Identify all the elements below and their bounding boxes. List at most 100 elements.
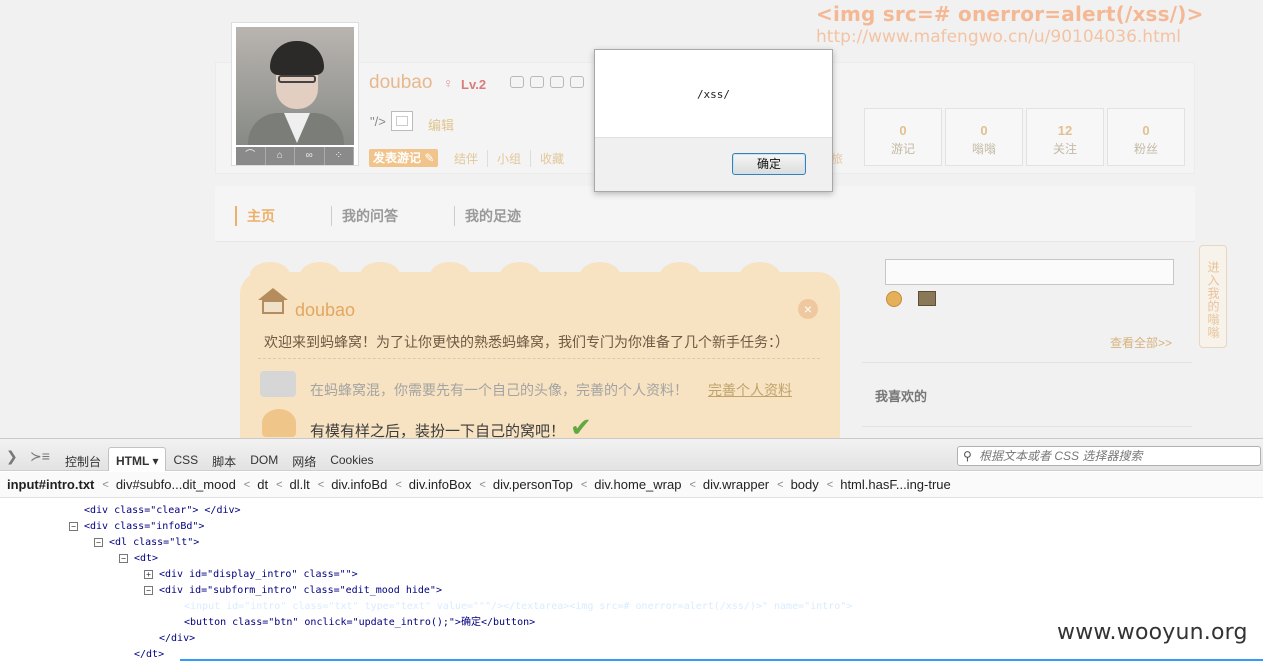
stat-buzz[interactable]: 0 嗡嗡 [945,108,1023,166]
tab-cookies[interactable]: Cookies [323,447,380,471]
palette-icon [262,409,296,437]
newbie-task-panel [240,262,840,438]
breadcrumb-separator: < [243,478,251,491]
stat-followers[interactable]: 0 粉丝 [1107,108,1185,166]
breadcrumb-item[interactable]: html.hasF...ing-true [840,477,951,492]
car-icon[interactable]: ⌂ [266,147,295,165]
welcome-message: 欢迎来到蚂蜂窝！为了让你更快的熟悉蚂蜂窝，我们专门为你准备了几个新手任务：） [264,335,789,351]
payload-line-1: <img src=# onerror=alert(/xss/)> [816,2,1204,26]
xss-payload-overlay: <img src=# onerror=alert(/xss/)> http://… [816,2,1204,47]
breadcrumb-separator: < [317,478,325,491]
breadcrumb-separator: < [102,478,109,491]
medal-icons [510,76,584,88]
expand-icon[interactable]: + [144,569,153,579]
command-line-icon[interactable]: ≻≡ [30,448,50,465]
tab-home[interactable]: 主页 [235,206,275,226]
alert-dialog: /xss/ 确定 [594,49,833,192]
complete-profile-link[interactable]: 完善个人资料 [708,380,792,400]
task-decorate-text: 有模有样之后，装扮一下自己的窝吧！ [310,423,566,438]
tab-dom[interactable]: DOM [243,447,285,471]
payload-line-2[interactable]: http://www.mafengwo.cn/u/90104036.html [816,27,1204,47]
html-tree-node[interactable]: <button class="btn" onclick="update_intr… [184,615,535,631]
breadcrumb-item[interactable]: div.infoBd [331,477,387,492]
collapse-icon[interactable]: − [69,521,78,531]
search-icon: ⚲ [963,449,972,463]
tab-console[interactable]: 控制台 [58,447,108,471]
collapse-icon[interactable]: − [94,537,103,547]
stat-travelogues[interactable]: 0 游记 [864,108,942,166]
devtools-tabs: 控制台 HTML ▾ CSS 脚本 DOM 网络 Cookies [58,447,381,471]
collapse-icon[interactable]: − [144,585,153,595]
bike-icon[interactable]: ∞ [295,147,325,165]
car-icon[interactable] [530,76,544,88]
devtools-toolbar: ❯ ≻≡ 控制台 HTML ▾ CSS 脚本 DOM 网络 Cookies ⚲ … [0,439,1263,471]
html-tree-node[interactable]: <input id="intro" class="txt" type="text… [184,599,852,615]
html-tree-node-text: <div id="subform_intro" class="edit_mood… [159,585,442,596]
breadcrumb-separator: < [479,478,486,491]
post-travelogue-button[interactable]: 发表游记 ✎ [369,149,439,167]
selector-search-input[interactable]: ⚲ 根据文本或者 CSS 选择器搜索 [957,446,1261,466]
breadcrumb-item[interactable]: dt [257,477,268,492]
divider [258,358,820,359]
chevron-right-icon[interactable]: ❯ [6,448,18,465]
subnav-item-group[interactable]: 小组 [487,150,530,167]
tab-network[interactable]: 网络 [285,447,323,471]
html-tree-node[interactable]: − <div id="subform_intro" class="edit_moo… [144,583,442,599]
divider [862,362,1192,363]
tab-html[interactable]: HTML ▾ [108,447,167,471]
check-icon: ✔ [570,412,592,438]
tab-css[interactable]: CSS [166,447,205,471]
cat-icon[interactable] [570,76,584,88]
html-tree-node-text: <button class="btn" onclick="update_intr… [184,617,536,628]
avatar[interactable]: ⌒ ⌂ ∞ ⁘ [231,22,359,166]
image-icon[interactable] [918,291,936,306]
ok-button[interactable]: 确定 [732,153,806,175]
breadcrumb-separator: < [777,478,784,491]
subnav-item-favorites[interactable]: 收藏 [530,150,573,167]
edit-intro-link[interactable]: 编辑 [428,115,454,134]
profile-stats: 0 游记 0 嗡嗡 12 关注 0 粉丝 [864,108,1185,166]
task-profile-text: 在蚂蜂窝混，你需要先有一个自己的头像，完善的个人资料！ [310,382,688,398]
html-tree-node[interactable]: </dt> [134,647,164,661]
camera-icon[interactable] [510,76,524,88]
breadcrumb-item[interactable]: div#subfo...dit_mood [116,477,236,492]
breadcrumb-item[interactable]: div.wrapper [703,477,769,492]
html-tree-node-text: <dt> [134,553,159,564]
emoji-icon[interactable] [886,291,902,307]
bus-icon[interactable] [550,76,564,88]
breadcrumb-separator: < [580,478,588,491]
id-card-icon [260,371,296,397]
chart-icon[interactable]: ⌒ [236,147,266,165]
html-tree-node[interactable]: − <div class="infoBd"> [69,519,204,535]
html-tree-node[interactable]: </div> [159,631,195,647]
html-tree-node[interactable]: − <dl class="lt"> [94,535,199,551]
view-all-link[interactable]: 查看全部>> [1110,334,1172,351]
profile-subnav: 结伴 小组 收藏 [454,150,573,167]
footprint-icon[interactable]: ⁘ [325,147,354,165]
html-tree-node[interactable]: − <dt> [119,551,158,567]
breadcrumb-item[interactable]: body [791,477,819,492]
breadcrumb-item[interactable]: div.infoBox [409,477,472,492]
username[interactable]: doubao [369,72,432,94]
collapse-icon[interactable]: − [119,553,128,563]
breadcrumb-item[interactable]: div.home_wrap [594,477,681,492]
close-icon[interactable]: × [798,299,818,319]
html-tree-node[interactable]: <div class="clear"> </div> [84,503,241,519]
subnav-item-companion[interactable]: 结伴 [454,150,487,167]
tab-script[interactable]: 脚本 [205,447,243,471]
stat-following[interactable]: 12 关注 [1026,108,1104,166]
html-tree-node[interactable]: + <div id="display_intro" class=""> [144,567,358,583]
tab-my-footprints[interactable]: 我的足迹 [454,206,521,226]
level-badge[interactable]: Lv.2 [461,77,486,92]
enter-my-buzz-tab[interactable]: 进入我的嗡嗡 [1199,245,1227,348]
tab-my-qa[interactable]: 我的问答 [331,206,398,226]
broken-image-icon [391,111,413,131]
breadcrumb-item[interactable]: dl.lt [290,477,310,492]
buzz-input[interactable] [885,259,1174,285]
favorites-title: 我喜欢的 [875,389,928,404]
divider [862,426,1192,427]
html-tree-node-text: </div> [159,633,196,644]
breadcrumb-item[interactable]: input#intro.txt [7,477,94,492]
breadcrumb-item[interactable]: div.personTop [493,477,573,492]
alert-message: /xss/ [696,88,731,101]
